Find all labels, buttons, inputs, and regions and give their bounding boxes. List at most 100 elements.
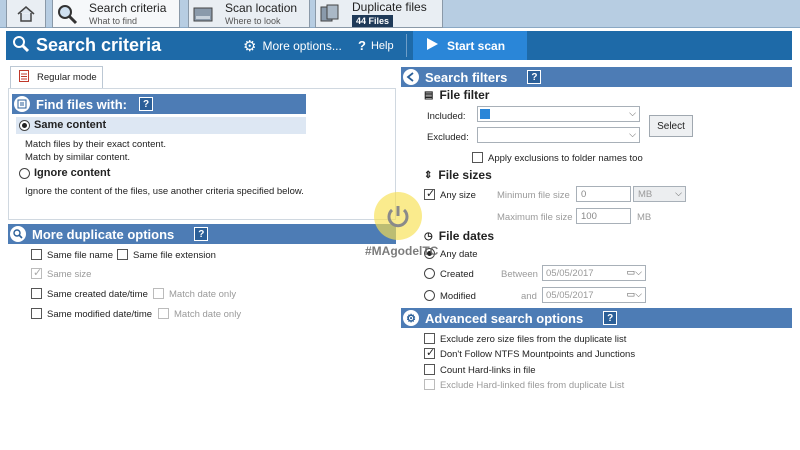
count-hardlinks-checkbox[interactable] — [424, 364, 435, 375]
file-dates-title: File dates — [438, 229, 495, 243]
start-scan-button[interactable]: Start scan — [413, 31, 527, 60]
same-size-label: Same size — [47, 269, 92, 280]
max-size-input[interactable]: 100 — [576, 208, 631, 224]
between-label: Between — [501, 269, 538, 280]
select-button[interactable]: Select — [649, 115, 693, 137]
min-unit-dropdown[interactable]: MB ⌵ — [633, 186, 686, 202]
same-created-checkbox[interactable] — [31, 288, 42, 299]
help-label: Help — [370, 39, 394, 52]
find-files-title: Find files with: — [36, 96, 127, 112]
max-size-label: Maximum file size — [497, 212, 573, 223]
modified-radio[interactable] — [424, 290, 435, 301]
file-filter-heading: ▤ File filter — [424, 88, 489, 102]
match-date-created-checkbox[interactable] — [153, 288, 164, 299]
clock-icon: ◷ — [424, 230, 433, 242]
same-size-checkbox[interactable] — [31, 266, 42, 279]
file-sizes-heading: ⇕ File sizes — [424, 168, 492, 182]
file-dates-heading: ◷ File dates — [424, 229, 494, 243]
and-label: and — [521, 291, 537, 302]
modified-label: Modified — [440, 291, 476, 302]
drive-icon — [189, 1, 217, 27]
gear-icon: ⚙ — [243, 38, 257, 55]
more-options-label: More options... — [262, 39, 342, 53]
find-files-help-icon[interactable]: ? — [139, 97, 153, 111]
modified-date-picker[interactable]: 05/05/2017 ▭⌵ — [542, 287, 646, 303]
size-arrows-icon: ⇕ — [424, 169, 433, 181]
apply-exclusions-checkbox[interactable] — [472, 152, 483, 163]
watermark-text: #MAgodelTC — [365, 244, 439, 258]
same-content-radio[interactable] — [19, 120, 30, 131]
selected-item-marker — [480, 109, 490, 119]
tab-scan-location[interactable]: Scan location Where to look — [188, 0, 310, 28]
min-unit-value: MB — [638, 189, 653, 200]
similar-content-desc: Match by similar content. — [25, 152, 131, 163]
help-button[interactable]: ? Help — [358, 38, 394, 53]
advanced-options-help-icon[interactable]: ? — [603, 311, 618, 325]
count-hardlinks-label: Count Hard-links in file — [440, 365, 536, 376]
min-size-input[interactable]: 0 — [576, 186, 631, 202]
play-icon — [425, 37, 439, 54]
tab-home[interactable] — [6, 0, 46, 28]
match-date-modified-checkbox[interactable] — [158, 308, 169, 319]
same-file-extension-checkbox[interactable] — [117, 249, 128, 260]
regular-mode-label: Regular mode — [37, 72, 97, 83]
match-date-modified-label: Match date only — [174, 309, 242, 320]
files-count-badge: 44 Files — [352, 14, 394, 27]
filter-arrow-icon — [403, 69, 419, 85]
ignore-content-radio[interactable] — [19, 168, 30, 179]
chevron-down-icon: ⌵ — [629, 108, 636, 118]
same-content-desc: Match files by their exact content. — [25, 139, 166, 150]
created-date-value: 05/05/2017 — [546, 268, 594, 279]
power-logo-watermark — [374, 192, 422, 240]
match-date-created-label: Match date only — [169, 289, 237, 300]
exclude-zero-size-checkbox[interactable] — [424, 333, 435, 344]
chevron-down-icon: ⌵ — [629, 129, 636, 139]
created-radio[interactable] — [424, 268, 435, 279]
calendar-dropdown-icon: ▭⌵ — [626, 289, 642, 299]
max-unit-label: MB — [637, 212, 652, 223]
same-file-extension-label: Same file extension — [133, 250, 216, 261]
ntfs-mountpoints-checkbox[interactable] — [424, 346, 435, 359]
any-size-label: Any size — [440, 190, 476, 201]
ignore-content-desc: Ignore the content of the files, use ano… — [25, 186, 304, 197]
exclude-hardlinked-label: Exclude Hard-linked files from duplicate… — [440, 380, 625, 391]
more-duplicate-title: More duplicate options — [32, 226, 175, 242]
advanced-options-title: Advanced search options — [425, 310, 584, 326]
question-icon: ? — [358, 38, 366, 53]
more-options-button[interactable]: ⚙ More options... — [243, 37, 342, 55]
excluded-dropdown[interactable]: ⌵ — [477, 127, 640, 143]
tab-title: Duplicate files — [352, 0, 427, 14]
same-modified-checkbox[interactable] — [31, 308, 42, 319]
magnifier-icon — [10, 226, 26, 242]
search-filters-help-icon[interactable]: ? — [527, 70, 542, 84]
exclude-hardlinked-checkbox[interactable] — [424, 379, 435, 390]
top-tab-bar: Search criteria What to find Scan locati… — [0, 0, 800, 28]
same-file-name-checkbox[interactable] — [31, 249, 42, 260]
power-icon — [387, 206, 409, 228]
more-duplicate-help-icon[interactable]: ? — [194, 227, 209, 241]
same-modified-label: Same modified date/time — [47, 309, 153, 320]
tab-duplicate-files[interactable]: Duplicate files 44 Files — [315, 0, 443, 28]
tab-search-criteria[interactable]: Search criteria What to find — [52, 0, 180, 28]
any-size-checkbox[interactable] — [424, 187, 435, 200]
more-duplicate-header: More duplicate options ? — [8, 224, 396, 244]
included-dropdown[interactable]: ⌵ — [477, 106, 640, 122]
apply-exclusions-label: Apply exclusions to folder names too — [488, 153, 643, 164]
tab-title: Search criteria — [89, 0, 167, 15]
created-label: Created — [440, 269, 474, 280]
modified-date-value: 05/05/2017 — [546, 290, 594, 301]
exclude-zero-size-label: Exclude zero size files from the duplica… — [440, 334, 627, 345]
included-label: Included: — [427, 111, 466, 122]
search-criteria-icon — [12, 35, 30, 56]
same-content-label: Same content — [34, 119, 107, 131]
tab-regular-mode[interactable]: Regular mode — [10, 66, 103, 88]
min-size-label: Minimum file size — [497, 190, 570, 201]
home-icon — [12, 1, 40, 27]
created-date-picker[interactable]: 05/05/2017 ▭⌵ — [542, 265, 646, 281]
file-filter-icon: ▤ — [424, 89, 434, 101]
document-icon — [19, 70, 29, 85]
duplicate-files-icon — [316, 1, 344, 27]
tab-subtitle: Where to look — [225, 15, 281, 26]
search-filters-header: Search filters ? — [401, 67, 792, 87]
file-sizes-title: File sizes — [438, 168, 492, 182]
